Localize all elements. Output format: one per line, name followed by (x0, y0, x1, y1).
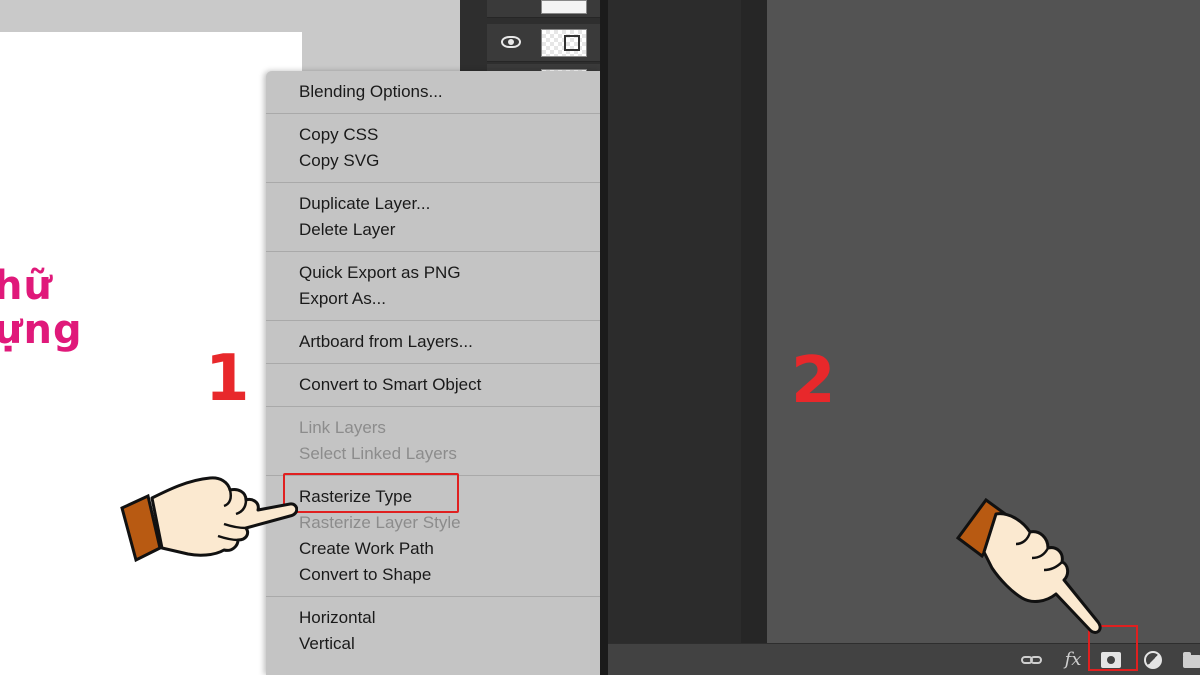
folder-icon[interactable] (1181, 648, 1200, 672)
panel-divider (600, 0, 608, 675)
layer-row[interactable] (487, 24, 600, 62)
menu-item-artboard-from-layers[interactable]: Artboard from Layers... (266, 329, 600, 355)
menu-item-convert-smart-object[interactable]: Convert to Smart Object (266, 372, 600, 398)
menu-item-copy-svg[interactable]: Copy SVG (266, 148, 600, 174)
menu-group: Artboard from Layers... (266, 321, 600, 364)
menu-item-quick-export-png[interactable]: Quick Export as PNG (266, 260, 600, 286)
menu-item-delete-layer[interactable]: Delete Layer (266, 217, 600, 243)
layer-thumbnail (541, 29, 587, 57)
pointing-hand-icon (956, 497, 1102, 634)
artboard-text-line: ựng (0, 307, 83, 353)
menu-item-export-as[interactable]: Export As... (266, 286, 600, 312)
panel-separator (741, 0, 767, 650)
eye-icon[interactable] (501, 36, 521, 48)
menu-item-link-layers: Link Layers (299, 418, 386, 437)
menu-group: Duplicate Layer... Delete Layer (266, 183, 600, 252)
adjustment-layer-icon[interactable] (1141, 648, 1165, 672)
menu-group: Horizontal Vertical (266, 597, 600, 665)
menu-group: Copy CSS Copy SVG (266, 114, 600, 183)
artboard-frame-icon (564, 35, 580, 51)
link-icon[interactable] (1019, 648, 1045, 672)
step-number-1: 1 (205, 342, 250, 416)
step-number-2: 2 (791, 344, 836, 418)
right-step-panel: 2 fx (608, 0, 1200, 675)
fx-icon[interactable]: fx (1060, 648, 1086, 672)
menu-group: Blending Options... (266, 71, 600, 114)
pointing-hand-icon (120, 476, 298, 563)
menu-item-rasterize-layer-style: Rasterize Layer Style (299, 513, 461, 532)
menu-item-blending-options[interactable]: Blending Options... (266, 79, 600, 105)
artboard[interactable]: hữ ựng (0, 32, 302, 675)
menu-item-horizontal[interactable]: Horizontal (266, 605, 600, 631)
menu-group: Link Layers Select Linked Layers (266, 407, 600, 476)
menu-item-duplicate-layer[interactable]: Duplicate Layer... (266, 191, 600, 217)
menu-item-convert-to-shape[interactable]: Convert to Shape (266, 562, 600, 588)
rasterize-type-highlight (283, 473, 459, 513)
layer-context-menu: Blending Options... Copy CSS Copy SVG Du… (266, 71, 600, 675)
menu-item-copy-css[interactable]: Copy CSS (266, 122, 600, 148)
layer-row[interactable] (487, 0, 600, 18)
menu-group: Convert to Smart Object (266, 364, 600, 407)
workspace-area (608, 0, 741, 650)
left-step-panel: hữ ựng Blending Options... Copy CSS Copy… (0, 0, 600, 675)
menu-item-select-linked-layers: Select Linked Layers (299, 444, 457, 463)
menu-item-vertical[interactable]: Vertical (266, 631, 600, 657)
tutorial-screenshot: hữ ựng Blending Options... Copy CSS Copy… (0, 0, 1200, 675)
menu-group: Quick Export as PNG Export As... (266, 252, 600, 321)
artboard-text[interactable]: hữ ựng (0, 264, 83, 352)
layer-thumbnail (541, 0, 587, 14)
menu-item-create-work-path[interactable]: Create Work Path (266, 536, 600, 562)
artboard-text-line: hữ (0, 263, 53, 309)
